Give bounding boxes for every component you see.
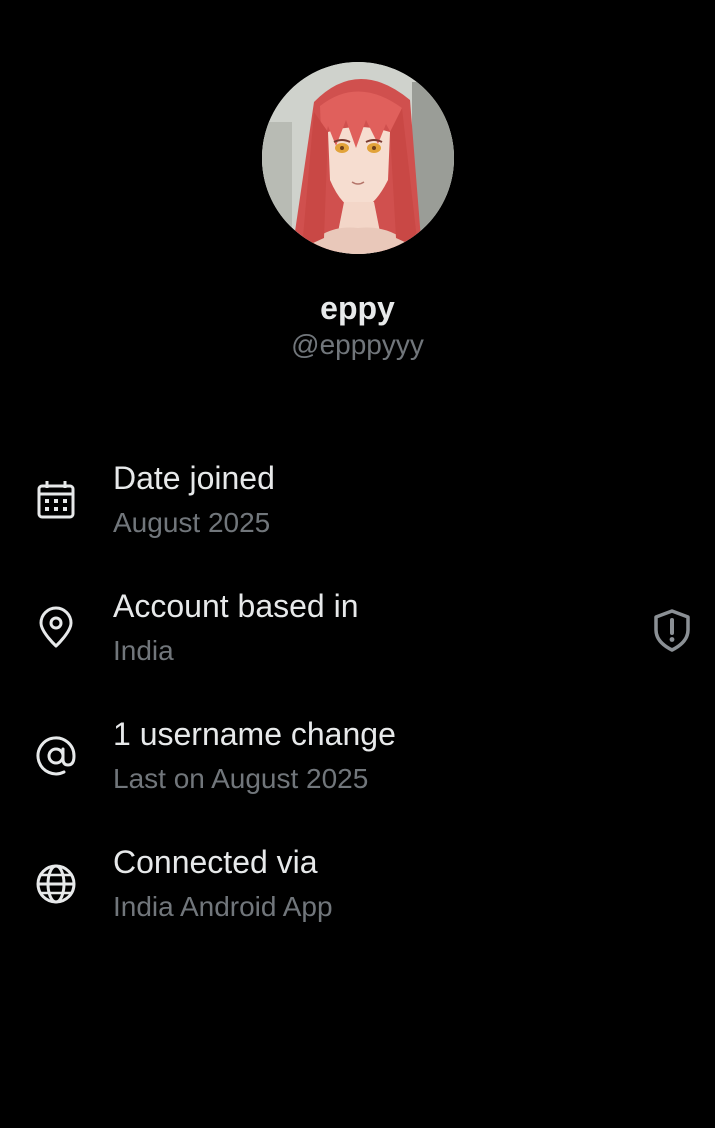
info-title: Date joined [113, 460, 275, 496]
info-title: Account based in [113, 588, 359, 624]
calendar-icon [34, 478, 78, 522]
location-pin-icon [34, 606, 78, 650]
info-item-username-change: 1 username change Last on August 2025 [0, 712, 715, 840]
account-info-list: Date joined August 2025 Account based in… [0, 456, 715, 968]
info-subtitle: Last on August 2025 [113, 763, 369, 794]
globe-icon [34, 862, 78, 906]
info-subtitle: India Android App [113, 891, 333, 922]
info-item-account-based-in: Account based in India [0, 584, 715, 712]
profile-header: eppy @epppyyy [0, 62, 715, 362]
avatar[interactable] [261, 62, 454, 254]
display-name: eppy [320, 290, 395, 326]
info-subtitle: India [113, 635, 174, 666]
info-subtitle: August 2025 [113, 507, 271, 538]
shield-alert-icon[interactable] [648, 606, 696, 654]
at-sign-icon [34, 734, 78, 778]
username-handle: @epppyyy [291, 329, 424, 360]
info-title: Connected via [113, 844, 318, 880]
info-title: 1 username change [113, 716, 396, 752]
info-item-date-joined: Date joined August 2025 [0, 456, 715, 584]
info-item-connected-via: Connected via India Android App [0, 840, 715, 968]
anime-avatar [261, 62, 454, 254]
